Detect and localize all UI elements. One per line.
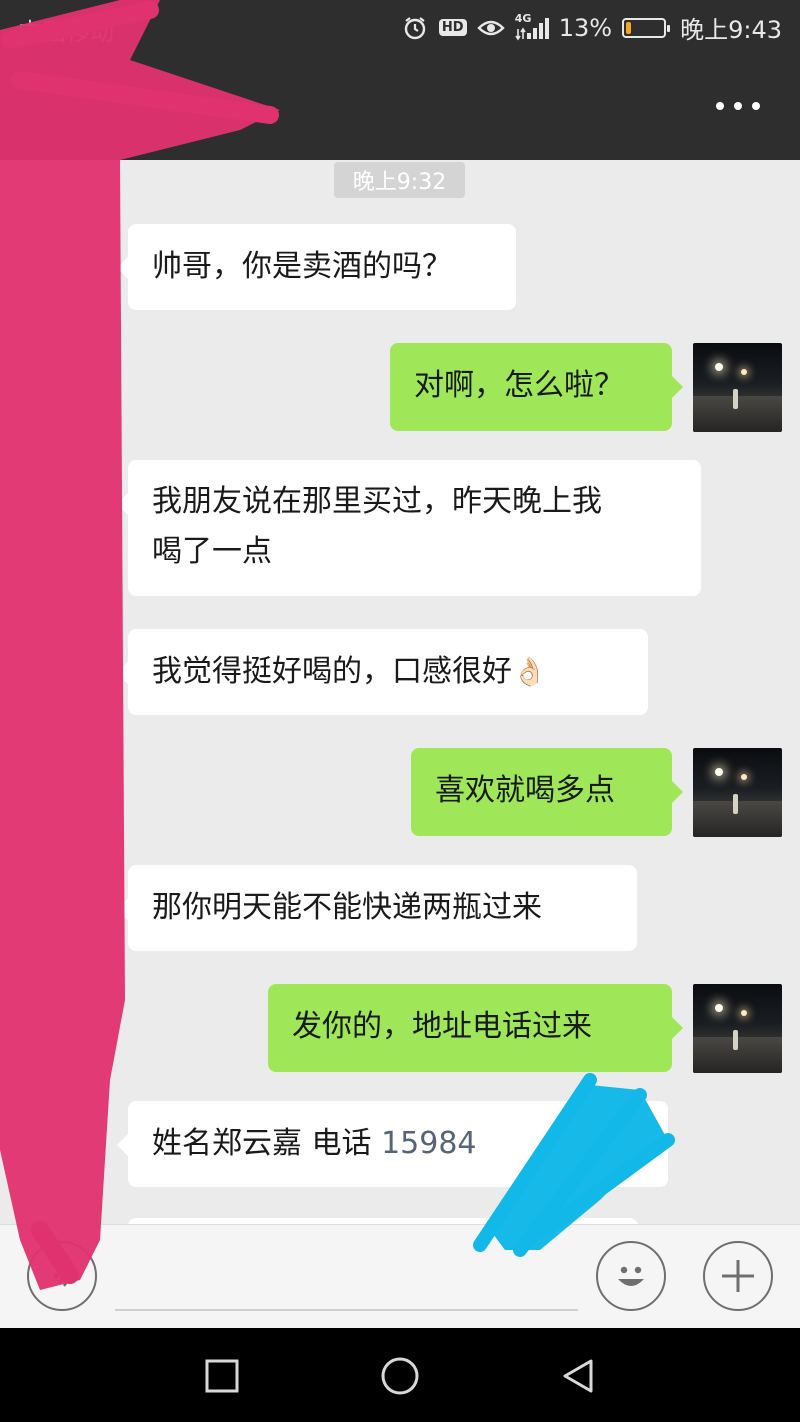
message-text: 我觉得挺好喝的，口感很好 [152,654,512,689]
message-text-line: 喝了一点 [152,534,272,569]
message-text: 那你明天能不能快递两瓶过来 [152,890,542,925]
message-bubble-outgoing[interactable]: 喜欢就喝多点 [411,748,683,836]
message-text: 发你的，地址电话过来 [292,1009,592,1044]
battery-icon [622,17,671,38]
message-bubble-incoming[interactable]: 我朋友说在那里买过，昨天晚上我 喝了一点 [117,460,701,596]
message-list[interactable]: 晚上9:32 帅哥，你是卖酒的吗？ 对啊，怎么啦？ 我朋友说在那里买过，昨天晚上… [0,160,800,1224]
system-nav-bar [0,1328,800,1422]
avatar[interactable] [693,984,782,1073]
clock: 晚上9:43 [680,16,782,44]
battery-percent: 13% [558,13,613,42]
eye-icon [477,14,505,42]
recents-icon[interactable] [200,1354,244,1398]
message-bubble-incoming[interactable]: 我觉得挺好喝的，口感很好👌🏻 [117,629,648,715]
message-timestamp: 晚上9:32 [334,162,465,198]
alarm-icon [401,14,429,42]
emoji-icon[interactable] [596,1241,666,1311]
back-icon[interactable] [556,1354,600,1398]
message-bubble-incoming[interactable]: 帅哥，你是卖酒的吗？ [117,224,516,310]
message-bubble-incoming[interactable]: 那你明天能不能快递两瓶过来 [117,865,637,951]
more-icon[interactable] [716,92,760,120]
hd-icon: HD [438,14,467,42]
status-bar: 中国移动 HD 4G 13% 晚上9:43 [0,0,800,56]
chat-header [0,56,800,160]
message-bubble-incoming[interactable]: 姓名郑云嘉 电话 15984 [117,1101,668,1187]
plus-icon[interactable] [703,1241,773,1311]
status-icons: HD 4G 13% 晚上9:43 [401,10,782,45]
battery-fill [626,21,632,34]
message-bubble-outgoing[interactable]: 发你的，地址电话过来 [268,984,683,1072]
ok-hand-emoji: 👌🏻 [512,655,547,688]
network-type: 4G [514,11,532,25]
input-bar [0,1224,800,1328]
avatar[interactable] [693,343,782,432]
message-bubble-outgoing[interactable]: 对啊，怎么啦？ [390,343,683,431]
message-text: 姓名郑云嘉 电话 [152,1126,382,1161]
phone-number-link[interactable]: 15984 [381,1126,476,1161]
message-text-line: 我朋友说在那里买过，昨天晚上我 [152,484,602,519]
message-text: 帅哥，你是卖酒的吗？ [152,249,452,284]
message-input[interactable] [115,1309,578,1311]
message-text: 喜欢就喝多点 [435,773,615,808]
home-icon[interactable] [378,1354,422,1398]
message-text: 对啊，怎么啦？ [414,368,624,403]
voice-icon[interactable] [27,1241,97,1311]
signal-icon: 4G [514,11,549,42]
avatar[interactable] [693,748,782,837]
carrier-name: 中国移动 [18,18,114,46]
